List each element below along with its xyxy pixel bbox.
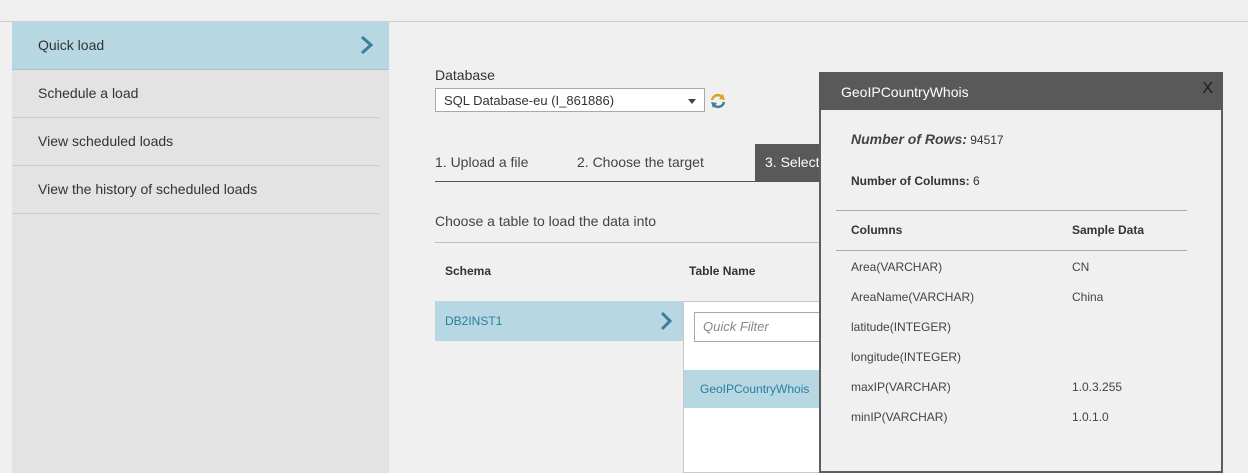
- column-name: minIP(VARCHAR): [851, 410, 948, 424]
- column-row: AreaName(VARCHAR) China: [821, 290, 1221, 320]
- choose-table-heading: Choose a table to load the data into: [435, 213, 657, 229]
- sidebar-item-label: View the history of scheduled loads: [38, 181, 258, 197]
- column-sample: 1.0.3.255: [1072, 380, 1123, 394]
- caret-down-icon: [688, 99, 696, 104]
- sidebar-item-quick-load[interactable]: Quick load: [12, 22, 389, 70]
- sidebar-item-label: Quick load: [38, 37, 105, 53]
- row-count-label: Number of Rows:: [851, 131, 967, 147]
- column-sample: China: [1072, 290, 1104, 304]
- divider: [435, 242, 875, 243]
- column-name: Area(VARCHAR): [851, 260, 943, 274]
- schema-name: DB2INST1: [445, 314, 503, 328]
- column-name: longitude(INTEGER): [851, 350, 962, 364]
- columns-header: Columns: [851, 223, 903, 237]
- step-choose-target[interactable]: 2. Choose the target: [577, 144, 704, 181]
- chevron-right-icon: [361, 35, 374, 55]
- column-sample: 1.0.1.0: [1072, 410, 1109, 424]
- database-select-value: SQL Database-eu (I_861886): [444, 93, 615, 108]
- table-details-popup: GeoIPCountryWhois X Number of Rows: 9451…: [819, 72, 1223, 473]
- sidebar-item-label: View scheduled loads: [38, 133, 174, 149]
- column-name: AreaName(VARCHAR): [851, 290, 975, 304]
- row-count: Number of Rows: 94517: [851, 131, 1004, 147]
- sidebar-item-view-scheduled[interactable]: View scheduled loads: [12, 118, 379, 166]
- sample-data-header: Sample Data: [1072, 223, 1145, 237]
- sidebar-item-schedule-load[interactable]: Schedule a load: [12, 70, 379, 118]
- column-name: latitude(INTEGER): [851, 320, 952, 334]
- row-count-value: 94517: [970, 133, 1004, 147]
- column-count: Number of Columns: 6: [851, 174, 980, 188]
- column-name: maxIP(VARCHAR): [851, 380, 951, 394]
- popup-body: Number of Rows: 94517 Number of Columns:…: [821, 110, 1221, 473]
- column-row: latitude(INTEGER): [821, 320, 1221, 350]
- column-row: longitude(INTEGER): [821, 350, 1221, 380]
- popup-header: GeoIPCountryWhois X: [819, 72, 1223, 110]
- database-select[interactable]: SQL Database-eu (I_861886): [435, 88, 705, 112]
- sidebar: Quick load Schedule a load View schedule…: [12, 22, 389, 473]
- sidebar-item-view-history[interactable]: View the history of scheduled loads: [12, 166, 379, 214]
- column-count-label: Number of Columns:: [851, 174, 970, 188]
- column-row: Area(VARCHAR) CN: [821, 260, 1221, 290]
- divider: [836, 210, 1187, 211]
- divider: [836, 250, 1187, 251]
- column-row: maxIP(VARCHAR) 1.0.3.255: [821, 380, 1221, 410]
- popup-title: GeoIPCountryWhois: [841, 84, 969, 100]
- database-label: Database: [435, 67, 495, 83]
- refresh-icon[interactable]: [709, 92, 727, 110]
- column-sample: CN: [1072, 260, 1090, 274]
- column-count-value: 6: [973, 174, 980, 188]
- step-upload-file[interactable]: 1. Upload a file: [435, 144, 528, 181]
- column-row: minIP(VARCHAR) 1.0.1.0: [821, 410, 1221, 440]
- schema-item[interactable]: DB2INST1: [435, 301, 683, 341]
- table-name-header: Table Name: [689, 264, 756, 278]
- sidebar-item-label: Schedule a load: [38, 85, 139, 101]
- schema-header: Schema: [445, 264, 492, 278]
- wizard-steps: 1. Upload a file 2. Choose the target 3.…: [435, 144, 885, 182]
- chevron-right-icon: [660, 311, 673, 331]
- top-bar: [0, 0, 1248, 22]
- close-icon[interactable]: X: [1202, 80, 1213, 98]
